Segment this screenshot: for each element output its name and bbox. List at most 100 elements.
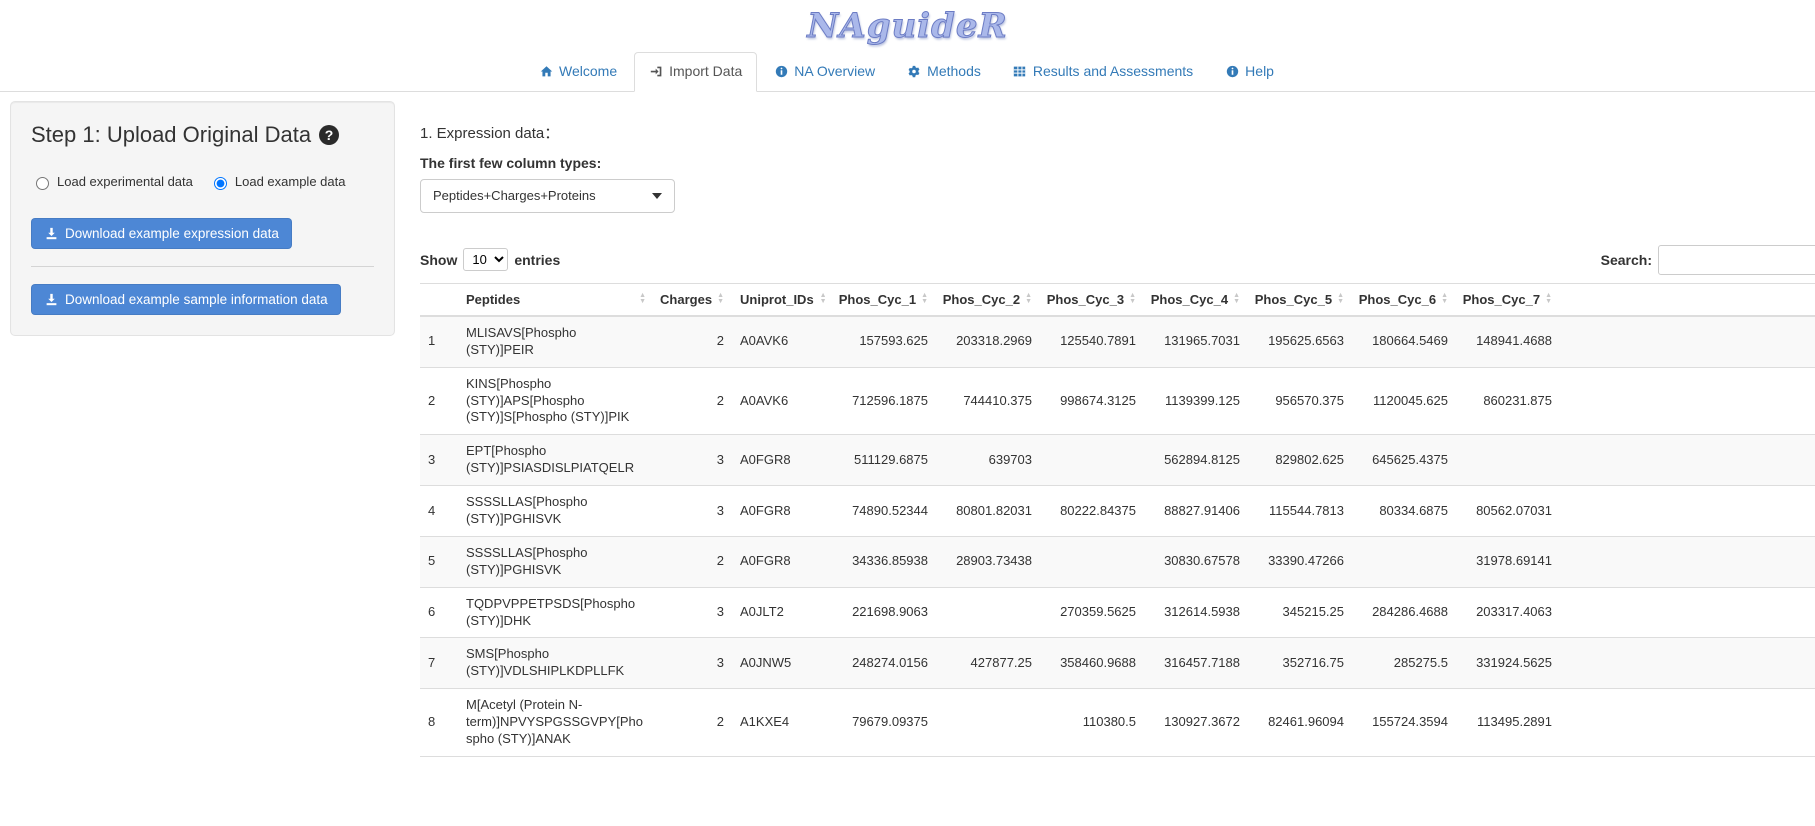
sort-icon <box>717 293 724 305</box>
download-expression-label: Download example expression data <box>65 226 279 241</box>
sort-icon <box>1129 293 1136 305</box>
radio-load-example[interactable]: Load example data <box>209 174 346 190</box>
panel-divider <box>31 266 374 267</box>
table-cell <box>936 587 1040 638</box>
column-header-phos-cyc-7[interactable]: Phos_Cyc_7 <box>1456 283 1560 316</box>
table-cell <box>1560 316 1815 367</box>
download-sample-info-button[interactable]: Download example sample information data <box>31 284 341 315</box>
table-cell: TQDPVPPETPSDS[Phospho (STY)]DHK <box>458 587 654 638</box>
table-cell: 31978.69141 <box>1456 536 1560 587</box>
column-header-peptides[interactable]: Peptides <box>458 283 654 316</box>
table-cell: 2 <box>654 367 732 435</box>
column-header-uniprot-ids[interactable]: Uniprot_IDs <box>732 283 832 316</box>
table-cell: EPT[Phospho (STY)]PSIASDISLPIATQELR <box>458 435 654 486</box>
table-cell: 130927.3672 <box>1144 689 1248 757</box>
column-header-phos-cyc-4[interactable]: Phos_Cyc_4 <box>1144 283 1248 316</box>
table-cell: 998674.3125 <box>1040 367 1144 435</box>
column-header-phos-cyc-2[interactable]: Phos_Cyc_2 <box>936 283 1040 316</box>
table-row[interactable]: 3EPT[Phospho (STY)]PSIASDISLPIATQELR3A0F… <box>420 435 1815 486</box>
panel-title-text: Step 1: Upload Original Data <box>31 122 311 148</box>
table-cell: 82461.96094 <box>1248 689 1352 757</box>
radio-experimental-input[interactable] <box>36 177 49 190</box>
column-types-value: Peptides+Charges+Proteins <box>433 188 596 203</box>
tab-methods[interactable]: Methods <box>892 52 996 92</box>
table-cell: 860231.875 <box>1456 367 1560 435</box>
table-cell: 562894.8125 <box>1144 435 1248 486</box>
table-cell: 115544.7813 <box>1248 486 1352 537</box>
table-cell: 113495.2891 <box>1456 689 1560 757</box>
data-source-radios: Load experimental data Load example data <box>31 174 374 190</box>
table-cell: 5 <box>420 536 458 587</box>
table-header-filler <box>1560 283 1815 316</box>
tab-welcome[interactable]: Welcome <box>524 52 632 92</box>
sort-icon <box>1233 293 1240 305</box>
tab-results-assessments[interactable]: Results and Assessments <box>998 52 1208 92</box>
table-cell: 30830.67578 <box>1144 536 1248 587</box>
page-length-control: Show 10 entries <box>420 248 560 271</box>
column-header-phos-cyc-6[interactable]: Phos_Cyc_6 <box>1352 283 1456 316</box>
gears-icon <box>907 65 921 79</box>
column-header-phos-cyc-1[interactable]: Phos_Cyc_1 <box>832 283 936 316</box>
table-cell: 316457.7188 <box>1144 638 1248 689</box>
table-cell: 34336.85938 <box>832 536 936 587</box>
table-cell: 180664.5469 <box>1352 316 1456 367</box>
table-cell <box>1040 435 1144 486</box>
table-cell: 645625.4375 <box>1352 435 1456 486</box>
table-cell: A0AVK6 <box>732 316 832 367</box>
tab-label: Methods <box>927 62 981 82</box>
table-cell: 345215.25 <box>1248 587 1352 638</box>
table-row[interactable]: 6TQDPVPPETPSDS[Phospho (STY)]DHK3A0JLT22… <box>420 587 1815 638</box>
table-cell: 203317.4063 <box>1456 587 1560 638</box>
table-cell: 712596.1875 <box>832 367 936 435</box>
table-row[interactable]: 7SMS[Phospho (STY)]VDLSHIPLKDPLLFK3A0JNW… <box>420 638 1815 689</box>
table-cell: 80562.07031 <box>1456 486 1560 537</box>
sort-icon <box>1545 293 1552 305</box>
table-row[interactable]: 8M[Acetyl (Protein N-term)]NPVYSPGSSGVPY… <box>420 689 1815 757</box>
table-cell: 80334.6875 <box>1352 486 1456 537</box>
radio-experimental-label: Load experimental data <box>57 174 193 189</box>
show-label: Show <box>420 252 457 268</box>
column-header-charges[interactable]: Charges <box>654 283 732 316</box>
search-label: Search: <box>1601 252 1652 268</box>
table-cell: 270359.5625 <box>1040 587 1144 638</box>
expression-table: Peptides Charges Uniprot_IDs Phos_Cyc_1 … <box>420 283 1815 757</box>
table-row[interactable]: 1MLISAVS[Phospho (STY)]PEIR2A0AVK6157593… <box>420 316 1815 367</box>
table-cell: 157593.625 <box>832 316 936 367</box>
table-cell: A0FGR8 <box>732 536 832 587</box>
search-input[interactable] <box>1658 245 1815 275</box>
table-cell: A0JNW5 <box>732 638 832 689</box>
table-cell <box>936 689 1040 757</box>
home-icon <box>539 65 553 79</box>
table-cell <box>1560 486 1815 537</box>
question-icon[interactable]: ? <box>319 125 339 145</box>
table-cell: 358460.9688 <box>1040 638 1144 689</box>
table-cell: 2 <box>654 316 732 367</box>
table-cell: 7 <box>420 638 458 689</box>
table-cell <box>1352 536 1456 587</box>
download-icon <box>44 226 58 240</box>
column-types-dropdown[interactable]: Peptides+Charges+Proteins <box>420 179 675 213</box>
table-cell: 2 <box>654 689 732 757</box>
tab-na-overview[interactable]: NA Overview <box>759 52 890 92</box>
table-cell: 131965.7031 <box>1144 316 1248 367</box>
sort-icon <box>1441 293 1448 305</box>
download-expression-button[interactable]: Download example expression data <box>31 218 292 249</box>
table-row[interactable]: 4SSSSLLAS[Phospho (STY)]PGHISVK3A0FGR874… <box>420 486 1815 537</box>
tab-import-data[interactable]: Import Data <box>634 52 757 92</box>
sort-icon <box>1337 293 1344 305</box>
radio-load-experimental[interactable]: Load experimental data <box>31 174 193 190</box>
table-cell: 6 <box>420 587 458 638</box>
table-header-row: Peptides Charges Uniprot_IDs Phos_Cyc_1 … <box>420 283 1815 316</box>
table-row[interactable]: 5SSSSLLAS[Phospho (STY)]PGHISVK2A0FGR834… <box>420 536 1815 587</box>
column-header-phos-cyc-5[interactable]: Phos_Cyc_5 <box>1248 283 1352 316</box>
radio-example-input[interactable] <box>214 177 227 190</box>
table-cell: 248274.0156 <box>832 638 936 689</box>
page-length-select[interactable]: 10 <box>463 248 508 271</box>
table-row[interactable]: 2KINS[Phospho (STY)]APS[Phospho (STY)]S[… <box>420 367 1815 435</box>
column-header-phos-cyc-3[interactable]: Phos_Cyc_3 <box>1040 283 1144 316</box>
table-cell <box>1456 435 1560 486</box>
table-cell: A0AVK6 <box>732 367 832 435</box>
table-cell: 352716.75 <box>1248 638 1352 689</box>
table-cell: A0JLT2 <box>732 587 832 638</box>
tab-help[interactable]: Help <box>1210 52 1289 92</box>
